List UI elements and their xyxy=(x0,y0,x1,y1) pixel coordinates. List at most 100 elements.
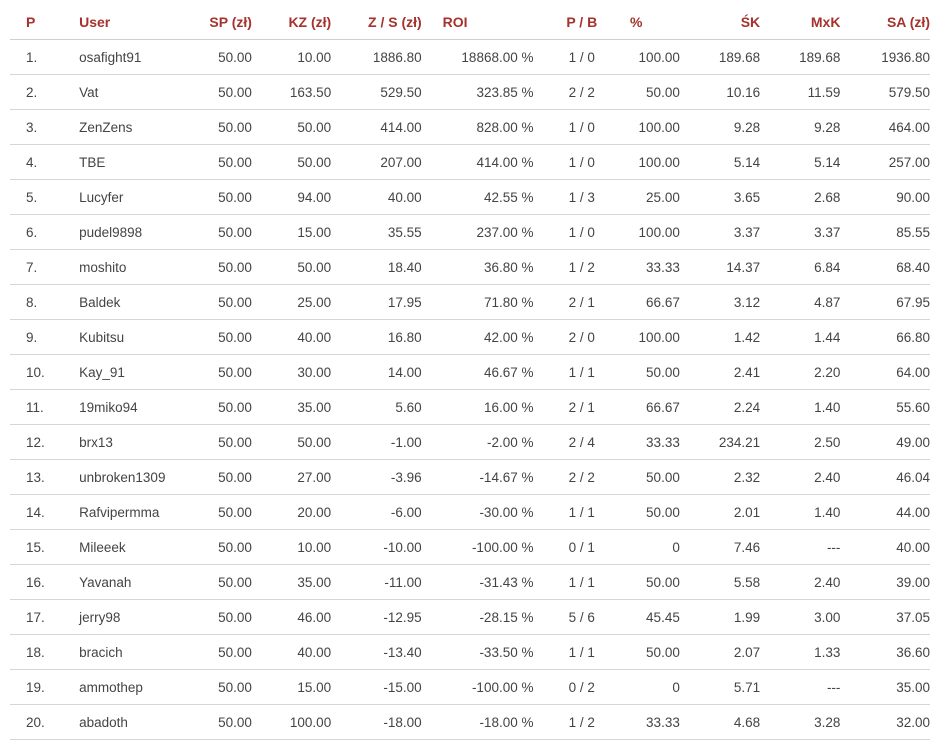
cell-sa: 55.60 xyxy=(840,389,930,425)
cell-position: 1. xyxy=(10,39,80,75)
cell-user[interactable]: bracich xyxy=(79,634,195,670)
cell-roi: -14.67 % xyxy=(421,459,534,495)
cell-sa: 49.00 xyxy=(840,424,930,460)
cell-mxk: --- xyxy=(760,669,841,705)
header-percent[interactable]: % xyxy=(630,5,680,40)
cell-sp: 50.00 xyxy=(195,704,252,740)
cell-sk: 4.68 xyxy=(679,704,761,740)
cell-mxk: 6.84 xyxy=(760,249,841,285)
header-sk[interactable]: ŚK xyxy=(679,5,761,40)
cell-mxk: 3.37 xyxy=(760,214,841,250)
cell-zs: 16.80 xyxy=(331,319,422,355)
cell-user[interactable]: ZenZens xyxy=(79,109,195,145)
cell-roi: -28.15 % xyxy=(421,599,534,635)
cell-user[interactable]: ammothep xyxy=(79,669,195,705)
cell-roi: 18868.00 % xyxy=(421,39,534,75)
cell-pb: 2 / 1 xyxy=(533,284,631,320)
header-mxk[interactable]: MxK xyxy=(760,5,841,40)
cell-zs: 40.00 xyxy=(331,179,422,215)
cell-kz: 27.00 xyxy=(251,459,332,495)
header-sa[interactable]: SA (zł) xyxy=(840,5,930,40)
cell-user[interactable]: pudel9898 xyxy=(79,214,195,250)
cell-pb: 1 / 1 xyxy=(533,564,631,600)
cell-sk: 5.14 xyxy=(679,144,761,180)
table-row: 3. ZenZens 50.00 50.00 414.00 828.00 % 1 / 0 10… xyxy=(10,109,930,145)
cell-sp: 50.00 xyxy=(195,564,252,600)
cell-percent: 33.33 xyxy=(630,424,680,460)
cell-sk: 2.01 xyxy=(679,494,761,530)
cell-user[interactable]: Yavanah xyxy=(79,564,195,600)
header-sp[interactable]: SP (zł) xyxy=(195,5,252,40)
cell-mxk: 1.33 xyxy=(760,634,841,670)
cell-kz: 94.00 xyxy=(251,179,332,215)
cell-roi: -2.00 % xyxy=(421,424,534,460)
cell-user[interactable]: Vat xyxy=(79,74,195,110)
cell-position: 18. xyxy=(10,634,80,670)
cell-user[interactable]: Rafvipermma xyxy=(79,494,195,530)
header-user[interactable]: User xyxy=(79,5,195,40)
table-row: 19. ammothep 50.00 15.00 -15.00 -100.00 % 0 / … xyxy=(10,669,930,705)
cell-sp: 50.00 xyxy=(195,74,252,110)
header-roi[interactable]: ROI xyxy=(421,5,534,40)
cell-zs: -13.40 xyxy=(331,634,422,670)
table-row: 17. jerry98 50.00 46.00 -12.95 -28.15 % 5 / 64… xyxy=(10,599,930,635)
cell-sk: 5.58 xyxy=(679,564,761,600)
cell-position: 2. xyxy=(10,74,80,110)
cell-user[interactable]: brx13 xyxy=(79,424,195,460)
cell-sa: 67.95 xyxy=(840,284,930,320)
cell-position: 15. xyxy=(10,529,80,565)
cell-sa: 46.04 xyxy=(840,459,930,495)
table-row: 4. TBE 50.00 50.00 207.00 414.00 % 1 / 0 100.00… xyxy=(10,144,930,180)
cell-percent: 50.00 xyxy=(630,354,680,390)
cell-position: 14. xyxy=(10,494,80,530)
cell-kz: 15.00 xyxy=(251,669,332,705)
cell-user[interactable]: jerry98 xyxy=(79,599,195,635)
header-position[interactable]: P xyxy=(10,5,80,40)
cell-mxk: 189.68 xyxy=(760,39,841,75)
header-pb[interactable]: P / B xyxy=(533,5,631,40)
cell-user[interactable]: unbroken1309 xyxy=(79,459,195,495)
cell-user[interactable]: abadoth xyxy=(79,704,195,740)
cell-mxk: 1.44 xyxy=(760,319,841,355)
header-kz[interactable]: KZ (zł) xyxy=(251,5,332,40)
cell-position: 10. xyxy=(10,354,80,390)
cell-mxk: 2.68 xyxy=(760,179,841,215)
cell-user[interactable]: Kay_91 xyxy=(79,354,195,390)
cell-user[interactable]: Lucyfer xyxy=(79,179,195,215)
cell-sk: 3.65 xyxy=(679,179,761,215)
cell-roi: 237.00 % xyxy=(421,214,534,250)
cell-user[interactable]: 19miko94 xyxy=(79,389,195,425)
cell-pb: 2 / 2 xyxy=(533,74,631,110)
cell-kz: 50.00 xyxy=(251,249,332,285)
cell-user[interactable]: moshito xyxy=(79,249,195,285)
table-row: 14. Rafvipermma 50.00 20.00 -6.00 -30.00 % 1 /… xyxy=(10,494,930,530)
cell-sp: 50.00 xyxy=(195,144,252,180)
cell-sa: 66.80 xyxy=(840,319,930,355)
cell-kz: 35.00 xyxy=(251,389,332,425)
cell-pb: 1 / 0 xyxy=(533,39,631,75)
cell-sa: 90.00 xyxy=(840,179,930,215)
cell-user[interactable]: Baldek xyxy=(79,284,195,320)
cell-user[interactable]: Kubitsu xyxy=(79,319,195,355)
cell-roi: 42.55 % xyxy=(421,179,534,215)
cell-percent: 100.00 xyxy=(630,214,680,250)
cell-zs: 5.60 xyxy=(331,389,422,425)
cell-user[interactable]: Mileeek xyxy=(79,529,195,565)
cell-mxk: 2.40 xyxy=(760,564,841,600)
cell-percent: 45.45 xyxy=(630,599,680,635)
cell-roi: -100.00 % xyxy=(421,529,534,565)
cell-user[interactable]: osafight91 xyxy=(79,39,195,75)
cell-sa: 64.00 xyxy=(840,354,930,390)
cell-kz: 50.00 xyxy=(251,424,332,460)
cell-position: 8. xyxy=(10,284,80,320)
cell-pb: 2 / 2 xyxy=(533,459,631,495)
cell-percent: 100.00 xyxy=(630,319,680,355)
header-zs[interactable]: Z / S (zł) xyxy=(331,5,422,40)
cell-user[interactable]: TBE xyxy=(79,144,195,180)
cell-pb: 2 / 0 xyxy=(533,319,631,355)
cell-mxk: 3.28 xyxy=(760,704,841,740)
cell-pb: 2 / 1 xyxy=(533,389,631,425)
ranking-table-container: P User SP (zł) KZ (zł) Z / S (zł) ROI P … xyxy=(10,5,930,740)
cell-sa: 37.05 xyxy=(840,599,930,635)
cell-pb: 1 / 2 xyxy=(533,249,631,285)
